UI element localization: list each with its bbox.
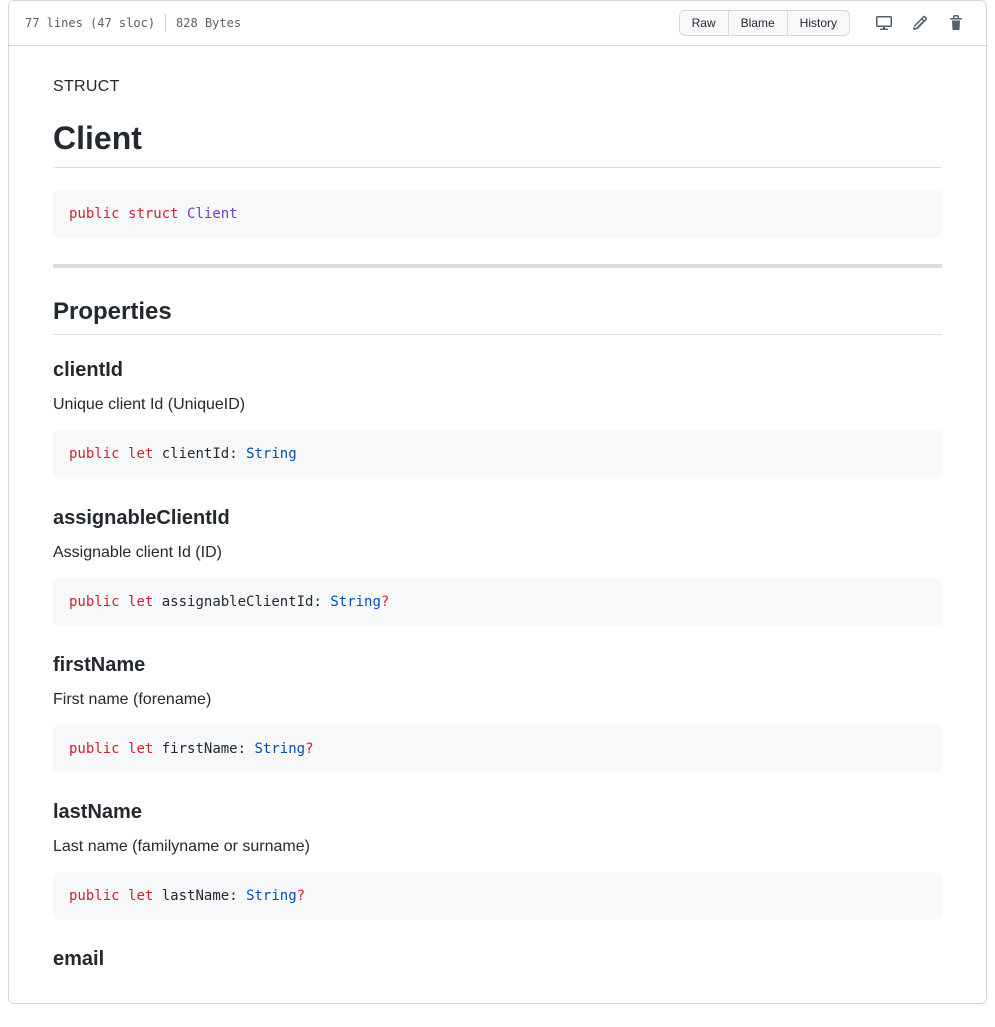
property-codeblock: public let lastName: String? <box>53 872 942 920</box>
file-header: 77 lines (47 sloc) 828 Bytes Raw Blame H… <box>9 1 986 46</box>
property-codeblock: public let clientId: String <box>53 430 942 478</box>
type-name: Client <box>187 206 238 222</box>
section-properties: Properties <box>53 298 942 335</box>
file-size: 828 Bytes <box>176 16 241 30</box>
property-name: email <box>53 948 942 971</box>
property-block: lastName Last name (familyname or surnam… <box>53 801 942 920</box>
raw-button[interactable]: Raw <box>679 10 729 36</box>
property-name: assignableClientId <box>53 507 942 530</box>
readme-content: STRUCT Client public struct Client Prope… <box>9 46 986 1003</box>
property-description: Last name (familyname or surname) <box>53 838 942 856</box>
file-lines-sloc: 77 lines (47 sloc) <box>25 16 155 30</box>
kicker-label: STRUCT <box>53 78 942 96</box>
property-description: Unique client Id (UniqueID) <box>53 396 942 414</box>
file-info-divider <box>165 14 166 32</box>
property-name: clientId <box>53 359 942 382</box>
property-codeblock: public let assignableClientId: String? <box>53 578 942 626</box>
desktop-icon[interactable] <box>870 9 898 37</box>
keyword-public: public <box>69 206 120 222</box>
property-codeblock: public let firstName: String? <box>53 725 942 773</box>
property-name: firstName <box>53 654 942 677</box>
property-description: First name (forename) <box>53 691 942 709</box>
trash-icon[interactable] <box>942 9 970 37</box>
property-block: clientId Unique client Id (UniqueID) pub… <box>53 359 942 478</box>
property-block: assignableClientId Assignable client Id … <box>53 507 942 626</box>
section-divider <box>53 264 942 268</box>
raw-blame-history-group: Raw Blame History <box>679 10 850 36</box>
file-actions: Raw Blame History <box>679 9 970 37</box>
keyword-struct: struct <box>128 206 179 222</box>
file-info: 77 lines (47 sloc) 828 Bytes <box>25 14 241 32</box>
file-box: 77 lines (47 sloc) 828 Bytes Raw Blame H… <box>8 0 987 1004</box>
property-block: email <box>53 948 942 971</box>
pencil-icon[interactable] <box>906 9 934 37</box>
property-description: Assignable client Id (ID) <box>53 544 942 562</box>
property-name: lastName <box>53 801 942 824</box>
history-button[interactable]: History <box>788 10 850 36</box>
declaration-codeblock: public struct Client <box>53 190 942 238</box>
blame-button[interactable]: Blame <box>729 10 788 36</box>
page-title: Client <box>53 120 942 168</box>
property-block: firstName First name (forename) public l… <box>53 654 942 773</box>
